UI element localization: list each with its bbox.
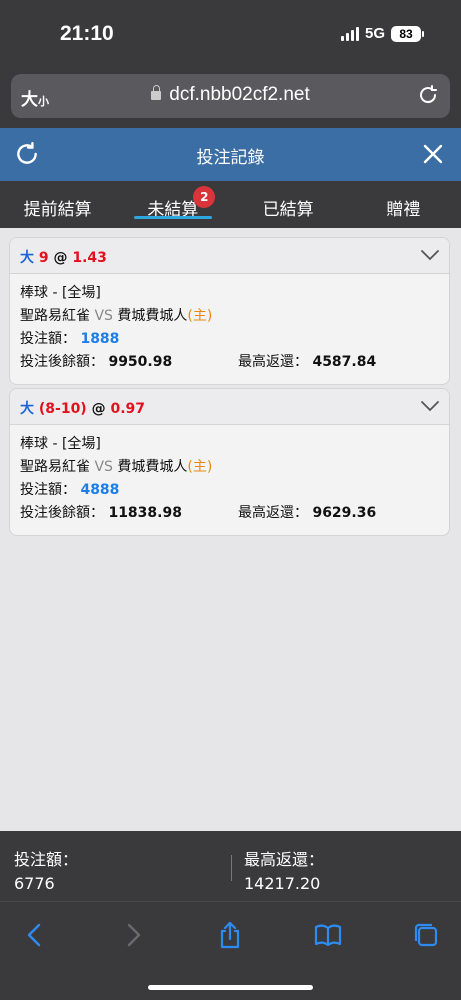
- balance-label: 投注後餘額：: [20, 354, 104, 370]
- stake-value: 4888: [80, 482, 120, 498]
- close-icon[interactable]: [421, 142, 445, 166]
- tab-label: 提前結算: [23, 200, 92, 220]
- stake-label: 投注額：: [20, 331, 76, 347]
- reload-icon[interactable]: [416, 83, 440, 107]
- bet-card-header[interactable]: 大 9 @ 1.43: [10, 238, 449, 274]
- bet-summary: 投注額： 6776 最高返還： 14217.20: [0, 831, 461, 901]
- url-text: dcf.nbb02cf2.net: [169, 84, 310, 105]
- max-return-label: 最高返還：: [238, 505, 308, 521]
- bet-odds: 1.43: [72, 250, 107, 266]
- balance-value: 11838.98: [108, 505, 182, 521]
- tab-label: 未結算: [147, 200, 199, 220]
- tab-label: 贈禮: [386, 200, 421, 220]
- total-stake-label: 投注額：: [14, 850, 79, 869]
- status-bar: 21:10 5G 83: [0, 0, 461, 70]
- total-stake-value: 6776: [14, 874, 55, 893]
- team-away: 聖路易紅雀: [20, 308, 90, 324]
- bet-line: 9: [38, 250, 49, 266]
- app-header: 投注記錄: [0, 128, 461, 181]
- tab-label: 已結算: [262, 200, 314, 220]
- home-indicator: [148, 985, 313, 990]
- share-icon[interactable]: [215, 920, 245, 950]
- lock-icon: [151, 85, 162, 100]
- status-time: 21:10: [60, 22, 114, 45]
- chevron-down-icon[interactable]: [420, 399, 440, 413]
- tabs-icon[interactable]: [411, 920, 441, 950]
- balance-value: 9950.98: [108, 354, 173, 370]
- balance-row: 投注後餘額： 11838.98 最高返還： 9629.36: [20, 502, 439, 525]
- total-return-label: 最高返還：: [244, 850, 325, 869]
- total-stake: 投注額： 6776: [14, 848, 78, 896]
- count-badge: 2: [193, 186, 216, 208]
- sport-market: 棒球 - [全場]: [20, 285, 101, 301]
- stake-value: 1888: [80, 331, 120, 347]
- bet-selection: 大: [20, 401, 34, 417]
- matchup: 聖路易紅雀 VS 費城費城人(主): [20, 456, 439, 479]
- stake-label: 投注額：: [20, 482, 76, 498]
- bet-card[interactable]: 大 (8-10) @ 0.97 棒球 - [全場] 聖路易紅雀 VS 費城費城人…: [9, 388, 450, 536]
- home-tag: (主): [187, 459, 213, 475]
- bet-card[interactable]: 大 9 @ 1.43 棒球 - [全場] 聖路易紅雀 VS 費城費城人(主) 投…: [9, 237, 450, 385]
- bet-card-body: 棒球 - [全場] 聖路易紅雀 VS 費城費城人(主) 投注額： 1888 投注…: [10, 274, 449, 384]
- page-title: 投注記錄: [196, 148, 265, 168]
- max-return-value: 9629.36: [312, 505, 377, 521]
- bet-at: @: [91, 401, 106, 417]
- bet-selection: 大: [20, 250, 34, 266]
- bet-at: @: [53, 250, 68, 266]
- bet-line: (8-10): [38, 401, 87, 417]
- tab-bar: 提前結算 未結算 2 已結算 贈禮: [0, 181, 461, 228]
- signal-icon: [340, 26, 359, 41]
- bet-card-header[interactable]: 大 (8-10) @ 0.97: [10, 389, 449, 425]
- max-return-label: 最高返還：: [238, 354, 308, 370]
- tab-early-settle[interactable]: 提前結算: [0, 181, 115, 228]
- vs-label: VS: [94, 308, 113, 324]
- tab-gifts[interactable]: 贈禮: [346, 181, 461, 228]
- team-home: 費城費城人: [117, 459, 188, 475]
- sport-market: 棒球 - [全場]: [20, 436, 101, 452]
- total-return: 最高返還： 14217.20: [244, 848, 324, 896]
- chevron-down-icon[interactable]: [420, 248, 440, 262]
- divider: [231, 855, 232, 881]
- home-tag: (主): [187, 308, 213, 324]
- total-return-value: 14217.20: [244, 874, 321, 893]
- tab-unsettled[interactable]: 未結算 2: [115, 181, 230, 228]
- url-display[interactable]: dcf.nbb02cf2.net: [11, 84, 450, 106]
- bet-list: 大 9 @ 1.43 棒球 - [全場] 聖路易紅雀 VS 費城費城人(主) 投…: [0, 228, 461, 831]
- battery-icon: 83: [391, 25, 424, 42]
- tab-settled[interactable]: 已結算: [231, 181, 346, 228]
- forward-icon[interactable]: [118, 920, 148, 950]
- bet-card-body: 棒球 - [全場] 聖路易紅雀 VS 費城費城人(主) 投注額： 4888 投注…: [10, 425, 449, 535]
- vs-label: VS: [94, 459, 113, 475]
- address-bar[interactable]: 大小 dcf.nbb02cf2.net: [11, 74, 450, 118]
- team-away: 聖路易紅雀: [20, 459, 90, 475]
- stake-row: 投注額： 4888: [20, 479, 439, 502]
- status-indicators: 5G 83: [340, 25, 424, 42]
- matchup: 聖路易紅雀 VS 費城費城人(主): [20, 305, 439, 328]
- balance-label: 投注後餘額：: [20, 505, 104, 521]
- max-return-value: 4587.84: [312, 354, 377, 370]
- balance-row: 投注後餘額： 9950.98 最高返還： 4587.84: [20, 351, 439, 374]
- bet-odds: 0.97: [110, 401, 146, 417]
- network-label: 5G: [364, 25, 385, 42]
- back-icon[interactable]: [20, 920, 50, 950]
- team-home: 費城費城人: [117, 308, 188, 324]
- bookmarks-icon[interactable]: [313, 920, 343, 950]
- stake-row: 投注額： 1888: [20, 328, 439, 351]
